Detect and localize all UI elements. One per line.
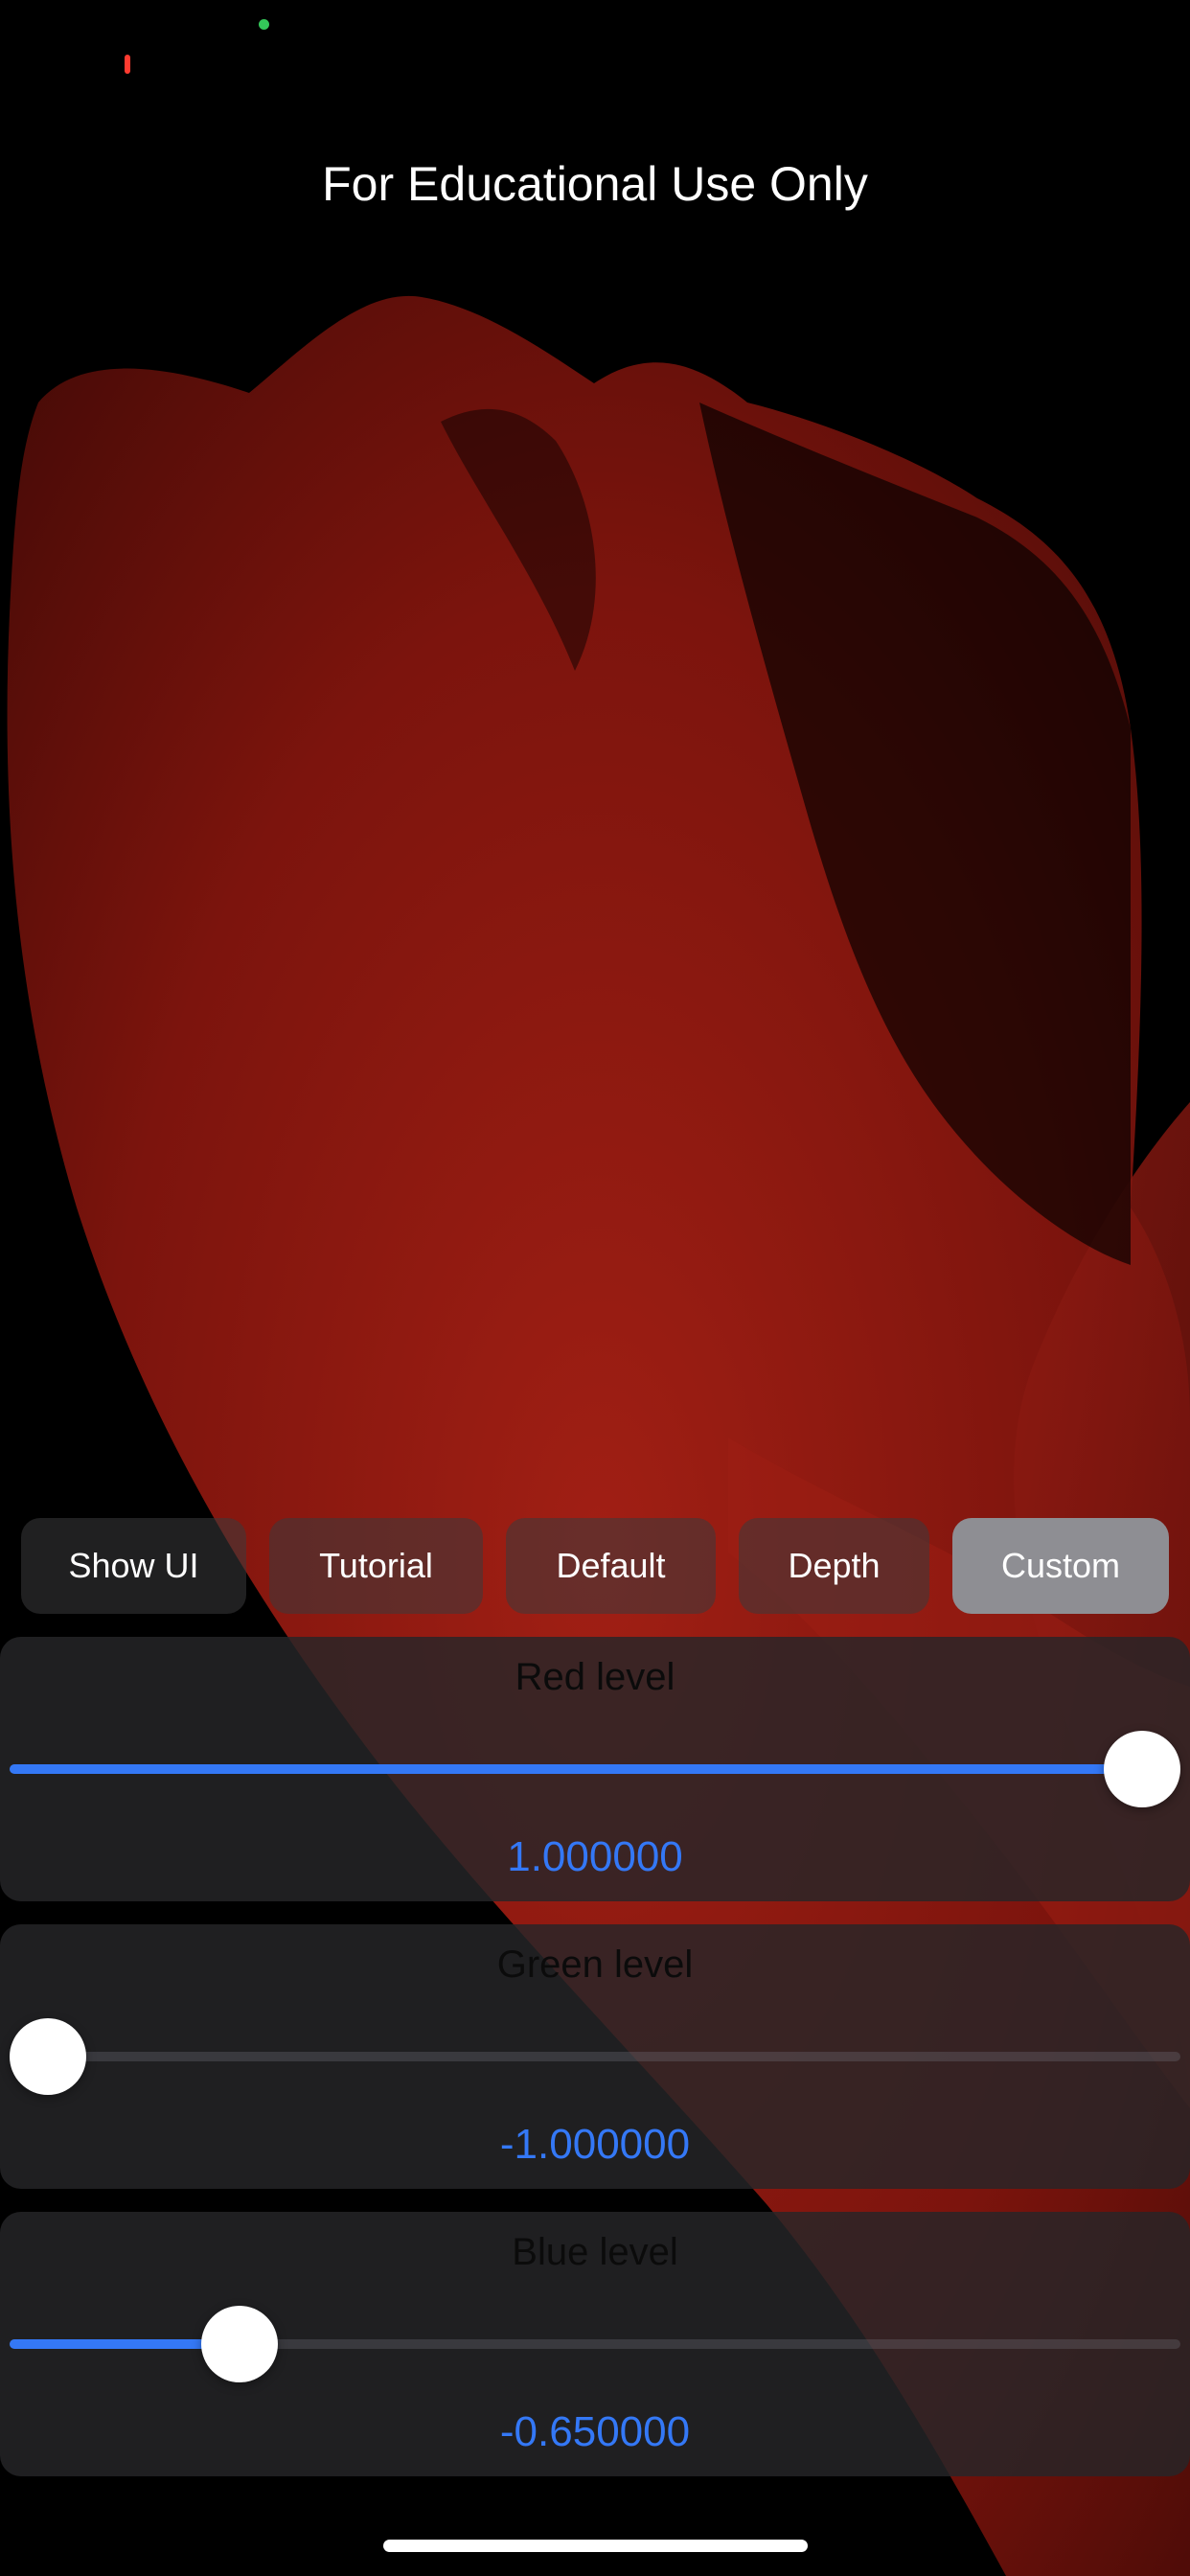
depth-button[interactable]: Depth (739, 1518, 929, 1614)
green-level-label: Green level (496, 1944, 694, 1986)
camera-preview-image (7, 295, 1190, 2576)
slider-fill (10, 1764, 1142, 1774)
red-level-value: 1.000000 (507, 1833, 683, 1880)
slider-track (10, 2052, 1180, 2061)
tutorial-button[interactable]: Tutorial (269, 1518, 483, 1614)
slider-thumb[interactable] (1104, 1731, 1180, 1807)
red-level-panel: Red level 1.000000 (0, 1637, 1190, 1901)
mode-toolbar: Show UI Tutorial Default Depth Custom (0, 1518, 1190, 1614)
slider-track (10, 2339, 1180, 2349)
blue-level-panel: Blue level -0.650000 (0, 2212, 1190, 2476)
camera-in-use-indicator (259, 19, 269, 30)
blue-level-value: -0.650000 (499, 2408, 691, 2455)
slider-thumb[interactable] (10, 2018, 86, 2095)
green-level-panel: Green level -1.000000 (0, 1924, 1190, 2189)
blue-level-label: Blue level (512, 2231, 678, 2273)
default-button[interactable]: Default (506, 1518, 716, 1614)
recording-indicator (125, 55, 130, 74)
slider-thumb[interactable] (200, 2306, 278, 2382)
custom-button[interactable]: Custom (952, 1518, 1169, 1614)
blue-level-slider[interactable] (10, 2306, 1180, 2382)
red-level-label: Red level (515, 1656, 675, 1698)
home-indicator[interactable] (383, 2540, 808, 2552)
page-title: For Educational Use Only (322, 157, 868, 211)
red-level-slider[interactable] (10, 1731, 1180, 1807)
green-level-slider[interactable] (10, 2018, 1180, 2095)
slider-track (10, 1764, 1180, 1774)
green-level-value: -1.000000 (499, 2121, 691, 2168)
show-ui-button[interactable]: Show UI (21, 1518, 246, 1614)
